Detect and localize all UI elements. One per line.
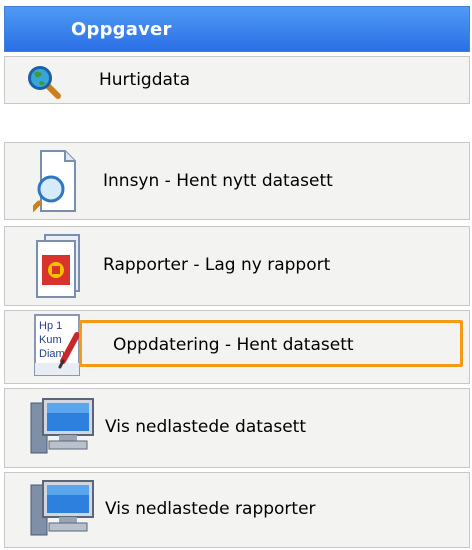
- task-vis-rapporter[interactable]: Vis nedlastede rapporter: [4, 472, 470, 548]
- doc-line-3: Diam: [39, 348, 65, 360]
- task-hurtigdata[interactable]: Hurtigdata: [4, 56, 470, 104]
- task-label: Vis nedlastede rapporter: [105, 499, 316, 519]
- magnifier-globe-icon: [28, 66, 61, 99]
- task-label: Vis nedlastede datasett: [105, 417, 306, 437]
- task-label: Hurtigdata: [99, 70, 191, 90]
- doc-line-2: Kum: [39, 334, 62, 346]
- doc-line-1: Hp 1: [39, 320, 62, 332]
- document-magnifier-icon: [33, 150, 76, 213]
- report-emblem-icon: [36, 234, 80, 298]
- task-rapporter[interactable]: Rapporter - Lag ny rapport: [4, 226, 470, 306]
- task-label: Oppdatering - Hent datasett: [113, 335, 354, 355]
- tasks-panel: Oppgaver Hurtigdata Innsyn - Hent nytt d…: [4, 6, 470, 548]
- panel-header: Oppgaver: [4, 6, 470, 52]
- computer-icon: [30, 398, 94, 454]
- computer-icon: [30, 480, 94, 536]
- task-innsyn[interactable]: Innsyn - Hent nytt datasett: [4, 142, 470, 220]
- task-label: Innsyn - Hent nytt datasett: [103, 171, 333, 191]
- task-label: Rapporter - Lag ny rapport: [103, 255, 331, 275]
- panel-title: Oppgaver: [71, 19, 172, 40]
- task-vis-datasett[interactable]: Vis nedlastede datasett: [4, 388, 470, 468]
- task-oppdatering[interactable]: Hp 1 Kum Diam Oppdatering - Hent dataset…: [4, 310, 470, 384]
